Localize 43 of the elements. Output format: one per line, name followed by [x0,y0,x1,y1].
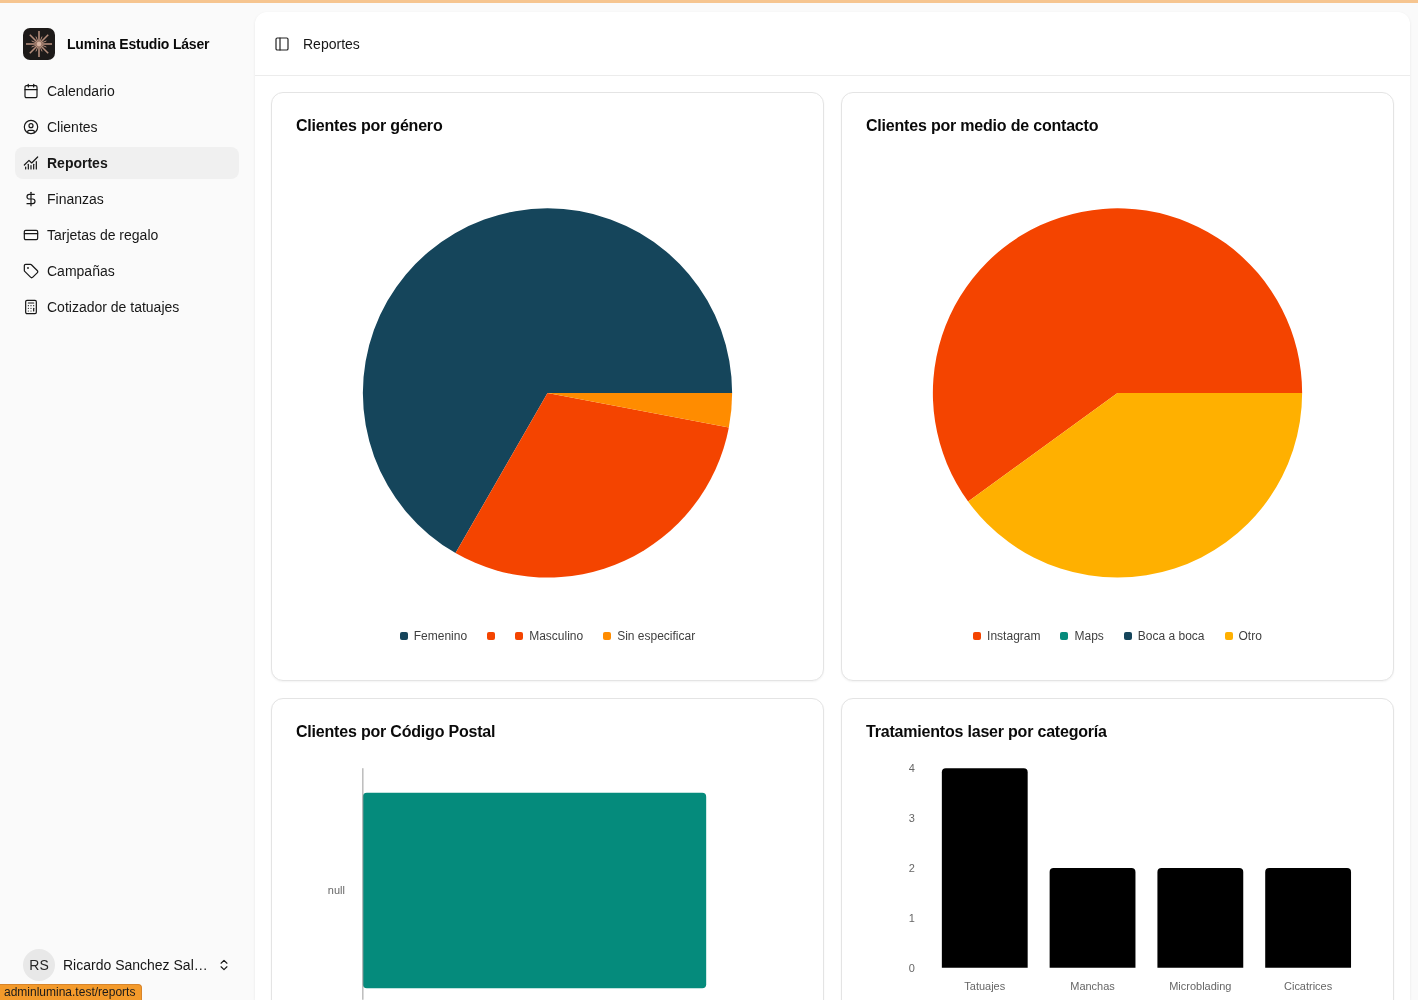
panel-icon [274,35,290,52]
calendar-icon [23,83,39,99]
legend-label: Femenino [413,629,468,643]
card-title: Clientes por medio de contacto [866,116,1100,136]
axis-label: null [327,884,345,897]
legend-label: Boca a boca [1137,629,1205,643]
nav-item[interactable]: Finanzas [15,183,239,215]
axis-tick-label: 3 [908,812,915,825]
axis-label: Microblading [1169,979,1232,992]
avatar: RS [23,949,55,981]
calculator-icon [23,299,39,315]
axis-tick-label: 4 [908,762,915,775]
starburst-logo-icon [23,28,55,60]
axis-tick-label: 1 [908,911,915,924]
legend-label: Otro [1238,629,1262,643]
legend-label: Instagram [987,629,1041,643]
axis-label: Manchas [1070,979,1115,992]
nav-item[interactable]: Clientes [15,111,239,143]
sidebar-toggle-button[interactable] [274,35,290,52]
nav-item[interactable]: Calendario [15,75,239,107]
axis-tick-label: 0 [908,961,915,974]
axis-label: Cicatrices [1284,979,1333,992]
app-name: Lumina Estudio Láser [67,36,210,52]
dollar-icon [23,191,39,207]
tag-icon [23,263,39,279]
axis-tick-label: 2 [908,862,915,874]
status-url: adminlumina.test/reports [0,984,143,1000]
card-icon [23,227,39,243]
card-title: Tratamientos laser por categoría [866,722,1108,742]
user-circle-icon [23,119,39,135]
card-title: Clientes por Código Postal [296,722,497,742]
chart-icon [23,155,39,171]
nav-item[interactable]: Reportes [15,147,239,179]
nav-item[interactable]: Tarjetas de regalo [15,219,239,251]
card-title: Clientes por género [296,116,444,136]
axis-label: Tatuajes [964,979,1006,992]
legend-label: Masculino [529,629,584,643]
nav-item[interactable]: Cotizador de tatuajes [15,291,239,323]
nav-item[interactable]: Campañas [15,255,239,287]
legend-label: Sin especificar [617,629,696,643]
legend-label: Maps [1074,629,1104,643]
user-menu-button[interactable]: RS Ricardo Sanchez Sal… [15,949,239,981]
page-title: Reportes [303,35,360,52]
